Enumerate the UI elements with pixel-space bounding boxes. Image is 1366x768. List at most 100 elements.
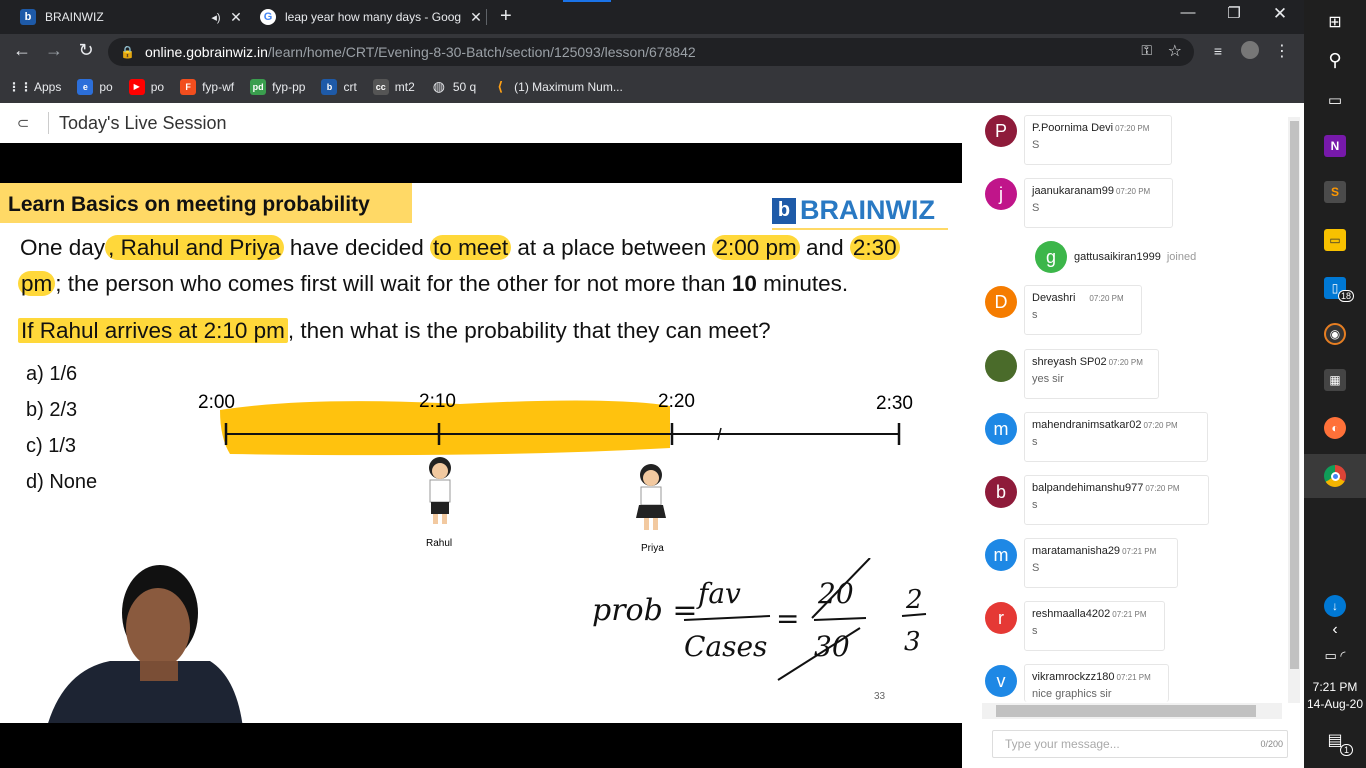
chat-time: 07:20 PM (1108, 358, 1143, 367)
star-icon[interactable]: ☆ (1168, 41, 1182, 61)
tab-close-icon[interactable]: ✕ (226, 9, 246, 26)
search-icon[interactable]: ⚲ (1304, 38, 1366, 82)
media-player-icon[interactable]: ◉ (1304, 312, 1366, 356)
bookmark-50q[interactable]: ◍ 50 q (431, 78, 476, 95)
chat-text: S (1032, 139, 1040, 151)
chat-time: 07:20 PM (1115, 187, 1151, 196)
chat-time: 07:20 PM (1089, 294, 1124, 303)
bookmark-max-num[interactable]: ⟨ (1) Maximum Num... (492, 79, 623, 95)
network-battery-icon[interactable]: ▭ ◜ (1304, 634, 1366, 678)
joined-username: gattusaikiran1999 (1074, 251, 1161, 263)
q-highlight: If Rahul arrives at 2:10 pm (18, 318, 288, 343)
scrollbar-thumb[interactable] (1290, 121, 1299, 669)
q-text: One day (20, 235, 106, 260)
tab-accent-line (563, 0, 611, 2)
bookmark-label: fyp-pp (272, 79, 306, 94)
bookmark-label: po (150, 79, 165, 94)
system-clock[interactable]: 7:21 PM 14-Aug-20 (1304, 679, 1366, 713)
bookmark-label: fyp-wf (202, 79, 235, 94)
bookmark-mt2[interactable]: cc mt2 (372, 78, 415, 95)
q-highlight: 2:00 pm (712, 235, 800, 260)
restore-icon[interactable]: ❐ (1214, 4, 1254, 22)
profile-avatar[interactable] (1238, 41, 1262, 64)
task-view-icon[interactable]: ▭ (1304, 78, 1366, 122)
address-bar[interactable]: 🔒 online.gobrainwiz.in/learn/home/CRT/Ev… (108, 38, 1194, 66)
speaker-icon[interactable]: ◂) (206, 11, 226, 24)
leetcode-icon: ⟨ (497, 78, 504, 94)
bookmark-apps[interactable]: ⋮⋮ Apps (8, 79, 61, 95)
message-bubble: maratamanisha29 07:21 PM S (1024, 538, 1178, 588)
q-text: and (799, 235, 850, 260)
onenote-icon[interactable]: N (1304, 124, 1366, 168)
video-player[interactable]: Learn Basics on meeting probability b BRA… (0, 143, 962, 768)
lesson-slide: Learn Basics on meeting probability b BRA… (0, 183, 962, 723)
action-center-icon[interactable]: ▤ 1 (1304, 718, 1366, 762)
message-bubble: shreyash SP02 07:20 PM yes sir (1024, 349, 1159, 399)
back-arrow-icon[interactable]: ← (10, 40, 34, 61)
back-circle-icon[interactable]: ⊂ (8, 114, 38, 132)
avatar-photo (985, 350, 1017, 382)
avatar: g (1035, 241, 1067, 273)
hw-fav: fav (696, 577, 741, 610)
key-icon[interactable]: ⚿ (1141, 42, 1152, 59)
chat-horizontal-scrollbar[interactable] (982, 703, 1282, 719)
bookmark-fyp-pp[interactable]: pd fyp-pp (250, 78, 306, 95)
bookmark-po-1[interactable]: e po (77, 78, 113, 95)
chat-username: reshmaalla4202 (1032, 608, 1111, 620)
tab-separator (486, 9, 487, 25)
browser-toolbar: ← → ↻ 🔒 online.gobrainwiz.in/learn/home/… (0, 34, 1304, 70)
reload-icon[interactable]: ↻ (74, 40, 98, 61)
q-number: 10 (731, 271, 757, 296)
phone-app-icon[interactable]: ▯ 18 (1304, 266, 1366, 310)
chat-username: shreyash SP02 (1032, 356, 1107, 368)
hw-prob: prob = (592, 593, 697, 628)
close-window-icon[interactable]: ✕ (1260, 4, 1300, 24)
q-text: minutes. (756, 271, 849, 296)
minimize-icon[interactable]: — (1168, 4, 1208, 21)
notification-badge: 1 (1340, 744, 1354, 756)
tab-google-search[interactable]: G leap year how many days - Goog ✕ (248, 0, 486, 34)
chat-username: balpandehimanshu977 (1032, 482, 1144, 494)
char-count: 0/200 (1260, 739, 1283, 749)
live-chat-panel: P P.Poornima Devi 07:20 PM S j jaanukaran… (962, 103, 1304, 768)
scrollbar-thumb[interactable] (996, 705, 1256, 717)
firefox-icon[interactable]: ◐ (1304, 406, 1366, 450)
forward-arrow-icon[interactable]: → (42, 40, 66, 61)
timeline-diagram: 2:00 2:10 2:20 2:30 Rahul Priya (198, 391, 913, 554)
chat-time: 07:20 PM (1145, 484, 1180, 493)
bookmark-crt[interactable]: b crt (321, 78, 357, 95)
youtube-icon: ▶ (128, 78, 145, 95)
bookmark-label: crt (343, 79, 357, 94)
tab-brainwiz[interactable]: b BRAINWIZ ◂) ✕ (8, 0, 246, 34)
brainwiz-logo: b BRAINWIZ (772, 195, 935, 226)
media-control-icon[interactable]: ≡ (1206, 43, 1230, 59)
url-host: online.gobrainwiz.in (144, 44, 268, 60)
globe-icon: ◍ (432, 78, 445, 94)
bookmark-po-2[interactable]: ▶ po (128, 78, 165, 95)
message-bubble: vikramrockzz180 07:21 PM nice graphics si… (1024, 664, 1169, 702)
bookmark-fyp-wf[interactable]: Ffyp-wf (180, 78, 235, 95)
option-b: b) 2/3 (26, 399, 78, 421)
priya-label: Priya (641, 543, 664, 554)
presenter-webcam (48, 565, 243, 723)
sublime-icon[interactable]: S (1304, 170, 1366, 214)
cc-icon: cc (372, 78, 389, 95)
chat-username: vikramrockzz180 (1032, 671, 1115, 683)
clock-date: 14-Aug-20 (1306, 697, 1364, 711)
new-tab-plus-icon[interactable]: + (500, 5, 512, 28)
chrome-icon[interactable] (1304, 454, 1366, 498)
taskbar-badge: 18 (1338, 290, 1355, 302)
avatar: m (985, 539, 1017, 571)
slide-page-number: 33 (874, 691, 886, 702)
chat-text: yes sir (1032, 373, 1064, 385)
q-text: have decided (283, 235, 431, 260)
calculator-icon[interactable]: ▦ (1304, 358, 1366, 402)
brainwiz-favicon-icon: b (20, 9, 36, 25)
chat-message-input[interactable]: Type your message... 0/200 (992, 730, 1288, 758)
chat-vertical-scrollbar[interactable] (1288, 117, 1300, 703)
file-explorer-icon[interactable]: ▭ (1304, 218, 1366, 262)
message-bubble: jaanukaranam99 07:20 PM S (1024, 178, 1173, 228)
menu-kebab-icon[interactable]: ⋮ (1270, 41, 1294, 61)
hw-cases: Cases (684, 630, 767, 663)
tab-close-icon[interactable]: ✕ (466, 9, 486, 26)
